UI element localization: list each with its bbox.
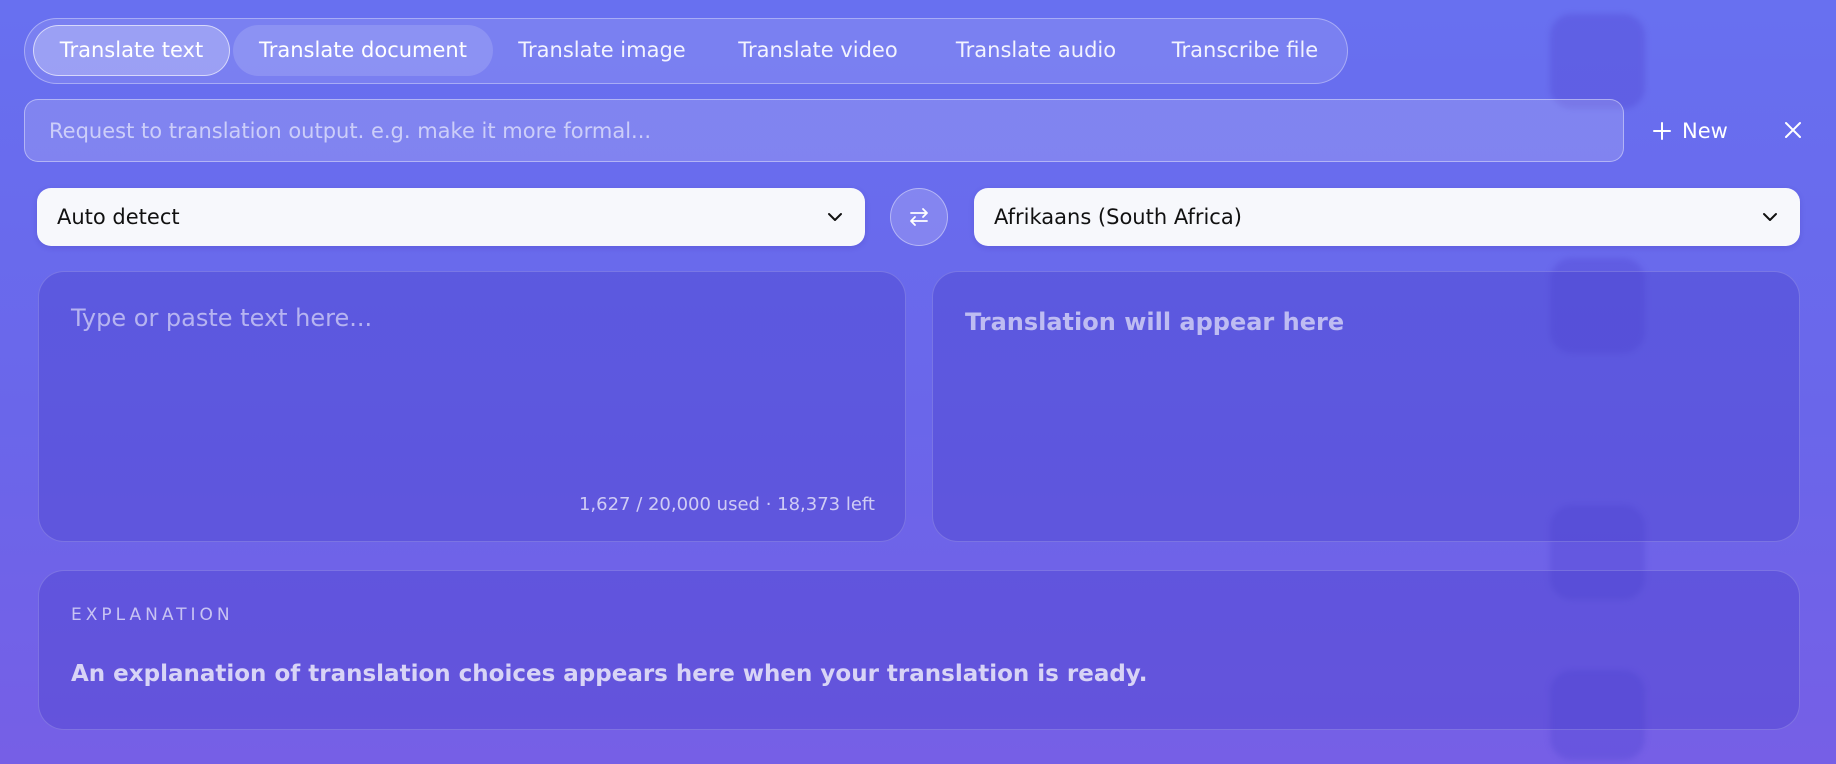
target-language-select[interactable]: Afrikaans (South Africa) bbox=[974, 188, 1800, 246]
source-language-select[interactable]: Auto detect bbox=[37, 188, 865, 246]
tab-translate-video[interactable]: Translate video bbox=[713, 25, 923, 76]
translation-placeholder: Translation will appear here bbox=[965, 308, 1345, 336]
new-button-label: New bbox=[1682, 119, 1728, 143]
explanation-text: An explanation of translation choices ap… bbox=[71, 661, 1148, 687]
explanation-heading: EXPLANATION bbox=[71, 605, 234, 625]
source-language-value: Auto detect bbox=[57, 205, 180, 229]
close-icon bbox=[1785, 122, 1801, 138]
chevron-down-icon bbox=[828, 213, 842, 221]
background-card bbox=[1550, 14, 1645, 109]
source-text-box: 1,627 / 20,000 used · 18,373 left bbox=[38, 271, 906, 542]
tab-translate-text[interactable]: Translate text bbox=[33, 25, 230, 76]
close-button[interactable] bbox=[1778, 115, 1808, 145]
explanation-panel: EXPLANATION An explanation of translatio… bbox=[38, 570, 1800, 730]
mode-tabs: Translate text Translate document Transl… bbox=[24, 18, 1348, 84]
new-button[interactable]: New bbox=[1652, 111, 1728, 151]
character-counter: 1,627 / 20,000 used · 18,373 left bbox=[578, 494, 875, 515]
translate-panel: Translate text Translate document Transl… bbox=[0, 0, 1836, 764]
tab-translate-image[interactable]: Translate image bbox=[497, 25, 707, 76]
translation-output-box: Translation will appear here bbox=[932, 271, 1800, 542]
tab-transcribe-file[interactable]: Transcribe file bbox=[1147, 25, 1343, 76]
request-input[interactable] bbox=[24, 99, 1624, 162]
tab-translate-document[interactable]: Translate document bbox=[233, 25, 493, 76]
plus-icon bbox=[1653, 122, 1671, 140]
swap-arrows-icon bbox=[910, 208, 928, 226]
chevron-down-icon bbox=[1763, 213, 1777, 221]
source-text-input[interactable] bbox=[69, 302, 875, 481]
target-language-value: Afrikaans (South Africa) bbox=[994, 205, 1242, 229]
tab-translate-audio[interactable]: Translate audio bbox=[929, 25, 1143, 76]
swap-languages-button[interactable] bbox=[890, 188, 948, 246]
